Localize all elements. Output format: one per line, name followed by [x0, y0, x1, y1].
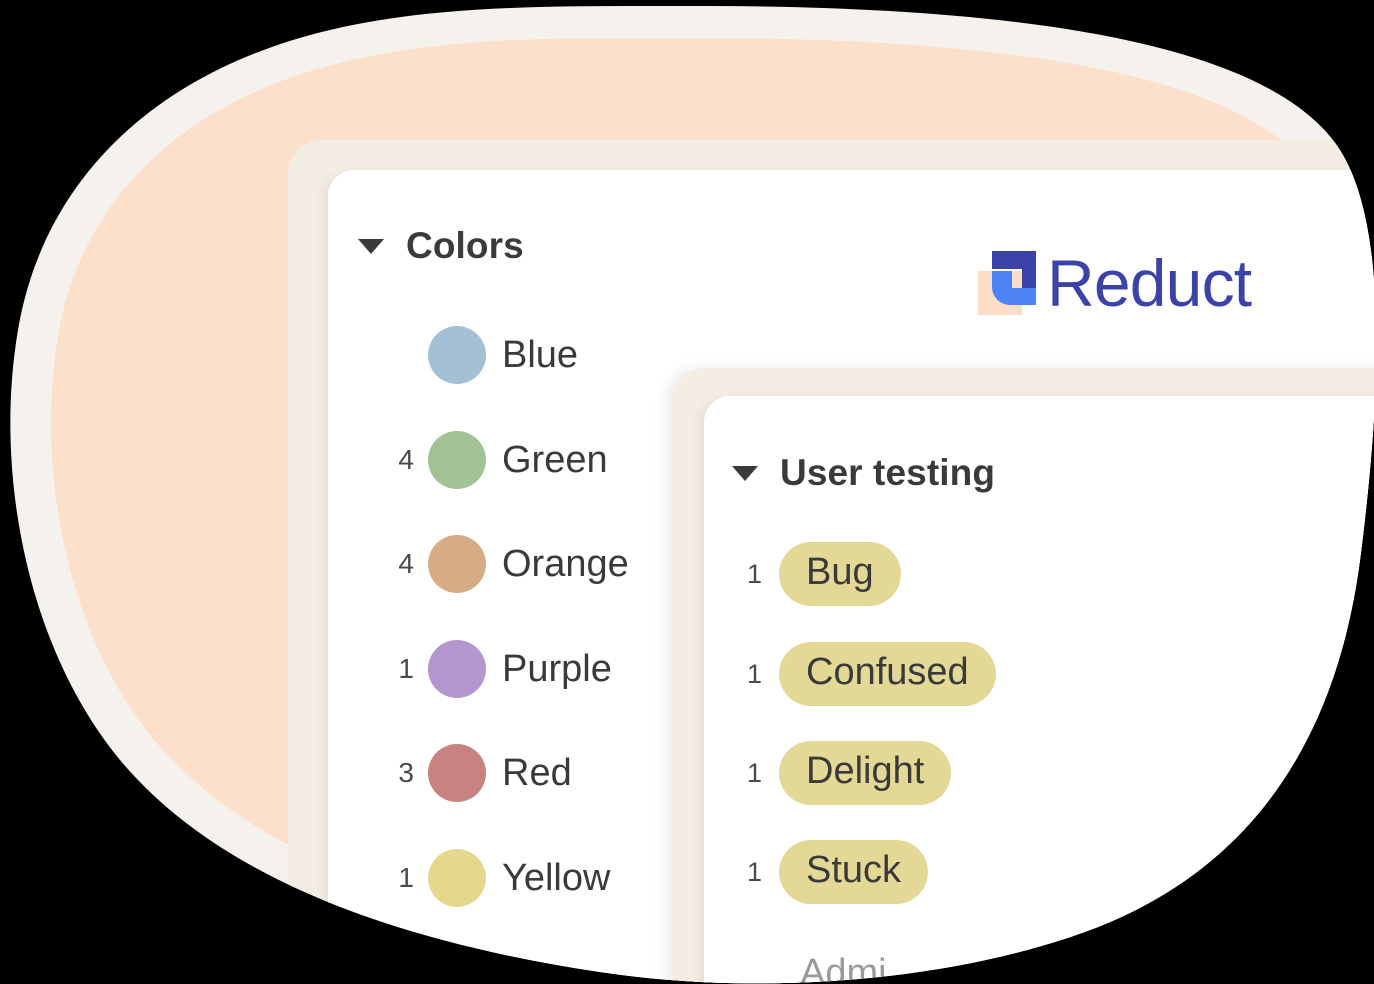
- color-count: 4: [398, 444, 414, 475]
- color-count: 4: [398, 548, 414, 579]
- color-label: Yellow: [502, 856, 611, 899]
- color-count: 1: [398, 653, 414, 684]
- tag-pill-delight[interactable]: Delight: [779, 741, 951, 805]
- tag-pill-stuck[interactable]: Stuck: [779, 840, 928, 904]
- tag-pill-bug[interactable]: Bug: [779, 542, 901, 606]
- tag-list-item[interactable]: 1 Stuck: [736, 836, 928, 908]
- colors-section-header[interactable]: Colors: [358, 225, 524, 267]
- tag-count: 1: [746, 856, 762, 887]
- reduct-logo-icon: [978, 251, 1036, 315]
- color-count: 3: [398, 757, 414, 788]
- reduct-logo: Reduct: [978, 250, 1251, 316]
- color-swatch-red: [428, 744, 486, 802]
- caret-down-icon[interactable]: [358, 239, 384, 254]
- caret-down-icon[interactable]: [732, 466, 758, 481]
- reduct-wordmark: Reduct: [1047, 246, 1252, 320]
- tag-list-item[interactable]: 1 Delight: [736, 737, 951, 809]
- color-swatch-green: [428, 431, 486, 489]
- color-label: Green: [502, 438, 608, 481]
- tag-count: 1: [746, 558, 762, 589]
- tag-list-item[interactable]: 1 Bug: [736, 538, 901, 610]
- color-swatch-yellow: [428, 849, 486, 907]
- color-swatch-purple: [428, 640, 486, 698]
- user-testing-section-header[interactable]: User testing: [732, 452, 995, 494]
- color-swatch-blue: [428, 326, 486, 384]
- screenshot-canvas: Colors Blue 4 Green 4 Orange 1 Purple 3 …: [0, 0, 1374, 984]
- tag-count: 1: [746, 757, 762, 788]
- color-label: Orange: [502, 542, 629, 585]
- tag-list-item[interactable]: 1 Confused: [736, 638, 996, 710]
- tag-count: 1: [746, 658, 762, 689]
- color-label: Blue: [502, 333, 579, 376]
- background-blob-group: Colors Blue 4 Green 4 Orange 1 Purple 3 …: [0, 0, 1374, 984]
- logo-mark-blue-square: [1012, 288, 1036, 305]
- colors-section-title: Colors: [406, 225, 524, 266]
- color-label: Purple: [502, 647, 612, 690]
- tag-pill-confused[interactable]: Confused: [779, 642, 996, 706]
- color-label: Red: [502, 751, 572, 794]
- tag-list-item-partial[interactable]: Admi: [800, 952, 887, 984]
- color-swatch-orange: [428, 535, 486, 593]
- user-testing-section-title: User testing: [780, 452, 996, 493]
- color-count: 1: [398, 862, 414, 893]
